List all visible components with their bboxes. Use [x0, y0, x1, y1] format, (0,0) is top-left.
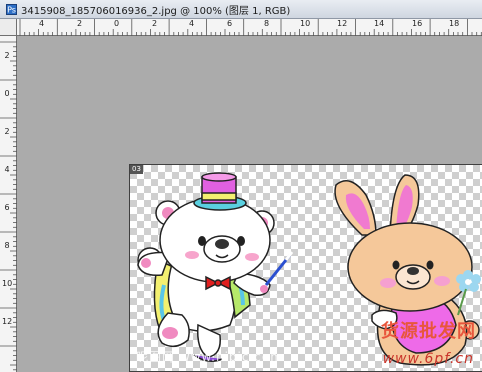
horizontal-ruler[interactable]: 4 2 0 2 4 6 8 10 12 14 16 18 [17, 19, 482, 36]
document-title-bar[interactable]: Ps 3415908_185706016936_2.jpg @ 100% (图层… [0, 0, 482, 19]
ruler-label: 8 [264, 19, 270, 28]
ruler-label: 10 [2, 279, 13, 288]
document-title: 3415908_185706016936_2.jpg @ 100% (图层 1,… [21, 5, 291, 17]
document-canvas[interactable]: 03 昵图网 www.nipic.com 货源批发网 www.6pf.cn [129, 164, 482, 372]
ruler-label: 12 [337, 19, 348, 28]
watermark-site-url: www.6pf.cn [382, 351, 474, 367]
ruler-label: 2 [77, 19, 83, 28]
image-document-icon: Ps [5, 3, 17, 15]
watermark-nipic: 昵图网 www.nipic.com [136, 350, 283, 364]
ruler-label: 6 [4, 203, 10, 212]
layer-indicator: 03 [130, 165, 143, 174]
ruler-label: 0 [114, 19, 120, 28]
ruler-label: 12 [2, 317, 13, 326]
ruler-label: 14 [374, 19, 385, 28]
ruler-label: 2 [152, 19, 158, 28]
ruler-label: 18 [449, 19, 460, 28]
bear-magician [137, 172, 294, 362]
ruler-label: 0 [4, 89, 10, 98]
ruler-label: 4 [4, 165, 10, 174]
ruler-label: 2 [4, 127, 10, 136]
ruler-label: 8 [4, 241, 10, 250]
ruler-label: 16 [412, 19, 423, 28]
ruler-origin[interactable] [0, 19, 17, 36]
ruler-label: 6 [227, 19, 233, 28]
ruler-label: 2 [4, 51, 10, 60]
watermark-site-logo: 货源批发网 [381, 321, 476, 342]
svg-text:Ps: Ps [7, 5, 16, 14]
ruler-label: 10 [300, 19, 311, 28]
canvas-workspace[interactable]: 03 昵图网 www.nipic.com 货源批发网 www.6pf.cn [18, 36, 482, 372]
vertical-ruler[interactable]: 2 0 2 4 6 8 10 12 [0, 36, 17, 372]
ruler-label: 4 [39, 19, 45, 28]
ruler-label: 4 [189, 19, 195, 28]
